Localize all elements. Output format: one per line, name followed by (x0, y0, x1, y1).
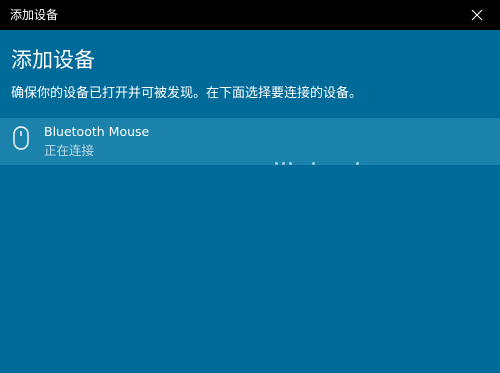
instruction-text: 确保你的设备已打开并可被发现。在下面选择要连接的设备。 (11, 86, 363, 101)
loading-dot (289, 162, 292, 165)
page-heading: 添加设备 (11, 48, 95, 72)
add-device-window: 添加设备 添加设备 确保你的设备已打开并可被发现。在下面选择要连接的设备。 Bl… (0, 0, 500, 373)
window-title: 添加设备 (10, 8, 59, 22)
device-status: 正在连接 (44, 143, 95, 158)
device-list-item[interactable]: Bluetooth Mouse 正在连接 (0, 118, 500, 165)
loading-dot (275, 162, 278, 165)
loading-dot (356, 162, 359, 165)
loading-dot (282, 162, 285, 165)
loading-dot (312, 162, 315, 165)
title-bar: 添加设备 (0, 0, 500, 30)
mouse-icon (13, 126, 29, 150)
device-name: Bluetooth Mouse (44, 124, 150, 139)
close-button[interactable] (454, 0, 500, 30)
close-icon (471, 9, 483, 21)
